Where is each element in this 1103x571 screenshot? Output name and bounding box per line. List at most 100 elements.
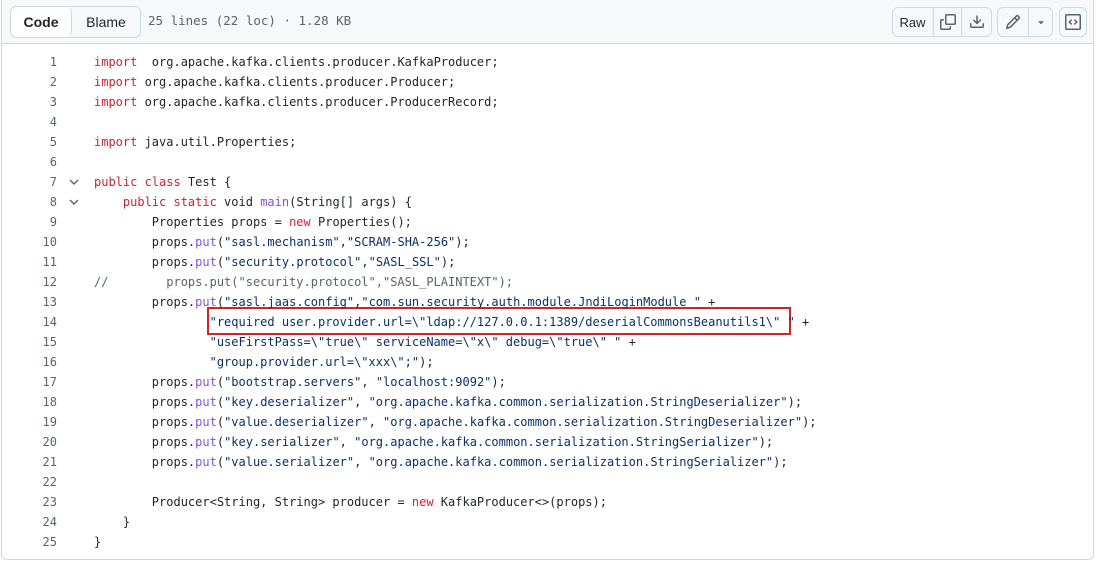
- view-mode-toggle: Code Blame: [10, 6, 141, 38]
- code-tab[interactable]: Code: [11, 7, 72, 37]
- code-token: props.: [94, 455, 196, 469]
- code-text: Producer<String, String> producer = new …: [94, 492, 607, 512]
- line-number[interactable]: 15: [2, 332, 57, 352]
- code-text: props.put("bootstrap.servers", "localhos…: [94, 372, 506, 392]
- code-text: props.put("sasl.mechanism","SCRAM-SHA-25…: [94, 232, 470, 252]
- code-text: "required user.provider.url=\"ldap://127…: [94, 312, 810, 332]
- code-text: props.put("key.deserializer", "org.apach…: [94, 392, 802, 412]
- line-number[interactable]: 21: [2, 452, 57, 472]
- code-text: props.put("security.protocol","SASL_SSL"…: [94, 252, 456, 272]
- code-token: import: [94, 75, 138, 89]
- line-number[interactable]: 25: [2, 532, 57, 552]
- code-text: import org.apache.kafka.clients.producer…: [94, 52, 499, 72]
- pencil-icon: [1005, 14, 1021, 30]
- code-line: 8 public static void main(String[] args)…: [2, 192, 1092, 212]
- line-number[interactable]: 18: [2, 392, 57, 412]
- code-token: put: [195, 455, 217, 469]
- code-token: put: [195, 235, 217, 249]
- code-token: );: [419, 355, 434, 369]
- code-text: props.put("value.serializer", "org.apach…: [94, 452, 788, 472]
- code-token: org.apache.kafka.clients.producer.KafkaP…: [137, 55, 499, 69]
- line-number[interactable]: 24: [2, 512, 57, 532]
- code-token: "key.serializer": [224, 435, 340, 449]
- symbols-panel-button[interactable]: [1059, 7, 1087, 37]
- file-header-toolbar: Code Blame 25 lines (22 loc) · 1.28 KB R…: [1, 0, 1094, 44]
- line-number[interactable]: 20: [2, 432, 57, 452]
- code-line: 1 import org.apache.kafka.clients.produce…: [2, 52, 1092, 72]
- code-token: (: [216, 455, 225, 469]
- chevron-down-icon[interactable]: [68, 177, 80, 187]
- code-token: main: [260, 195, 290, 209]
- code-token: "value.deserializer": [224, 415, 369, 429]
- code-token: (: [216, 415, 225, 429]
- code-token: org.apache.kafka.clients.producer.Produc…: [137, 75, 456, 89]
- code-token: }: [94, 515, 131, 529]
- code-token: put: [195, 395, 217, 409]
- edit-file-button[interactable]: [998, 8, 1029, 36]
- code-token: "org.apache.kafka.common.serialization.S…: [354, 435, 759, 449]
- line-number[interactable]: 13: [2, 292, 57, 312]
- line-number[interactable]: 7: [2, 172, 57, 192]
- code-listing: 1 import org.apache.kafka.clients.produce…: [2, 52, 1092, 552]
- code-text: props.put("value.deserializer", "org.apa…: [94, 412, 817, 432]
- code-token: Test {: [180, 175, 232, 189]
- line-number[interactable]: 14: [2, 312, 57, 332]
- blame-tab[interactable]: Blame: [72, 7, 140, 37]
- code-token: put: [195, 295, 217, 309]
- code-token: Producer<String, String> producer =: [94, 495, 412, 509]
- code-token: put: [195, 375, 217, 389]
- code-token: );: [758, 435, 774, 449]
- code-line: 18 props.put("key.deserializer", "org.ap…: [2, 392, 1092, 412]
- line-number[interactable]: 17: [2, 372, 57, 392]
- code-line: 21 props.put("value.serializer", "org.ap…: [2, 452, 1092, 472]
- code-token: "org.apache.kafka.common.serialization.S…: [368, 455, 774, 469]
- code-token: );: [787, 395, 803, 409]
- code-token: (String[] args) {: [289, 195, 412, 209]
- line-number[interactable]: 12: [2, 272, 57, 292]
- line-number[interactable]: 2: [2, 72, 57, 92]
- code-token: );: [773, 455, 788, 469]
- download-button[interactable]: [962, 8, 992, 36]
- line-number[interactable]: 9: [2, 212, 57, 232]
- code-line: 6: [2, 152, 1092, 172]
- copy-raw-button[interactable]: [934, 8, 962, 36]
- code-token: import: [94, 135, 138, 149]
- raw-button[interactable]: Raw: [892, 8, 934, 36]
- code-token: "sasl.jaas.config": [224, 295, 355, 309]
- code-text: }: [94, 512, 130, 532]
- line-number[interactable]: 11: [2, 252, 57, 272]
- line-number[interactable]: 1: [2, 52, 57, 72]
- code-token: (: [216, 375, 225, 389]
- line-number[interactable]: 16: [2, 352, 57, 372]
- code-token: new: [289, 215, 311, 229]
- triangle-down-icon: [1035, 16, 1047, 28]
- chevron-down-icon[interactable]: [68, 197, 80, 207]
- code-token: "bootstrap.servers": [224, 375, 362, 389]
- code-text: import java.util.Properties;: [94, 132, 296, 152]
- code-token: "org.apache.kafka.common.serialization.S…: [368, 395, 788, 409]
- raw-actions-group: Raw: [892, 7, 992, 37]
- download-icon: [969, 14, 985, 30]
- line-number[interactable]: 23: [2, 492, 57, 512]
- line-number[interactable]: 10: [2, 232, 57, 252]
- code-line: 4: [2, 112, 1092, 132]
- code-line: 10 props.put("sasl.mechanism","SCRAM-SHA…: [2, 232, 1092, 252]
- line-number[interactable]: 3: [2, 92, 57, 112]
- code-token: put: [195, 435, 217, 449]
- code-token: ,: [339, 235, 347, 249]
- code-token: props.: [94, 435, 196, 449]
- line-number[interactable]: 5: [2, 132, 57, 152]
- line-number[interactable]: 8: [2, 192, 57, 212]
- line-number[interactable]: 4: [2, 112, 57, 132]
- code-token: (: [216, 435, 225, 449]
- edit-options-dropdown[interactable]: [1029, 8, 1053, 36]
- code-token: "security.protocol": [224, 255, 362, 269]
- line-number[interactable]: 19: [2, 412, 57, 432]
- code-token: ,: [361, 375, 376, 389]
- code-token: new: [411, 495, 434, 509]
- copy-icon: [939, 14, 956, 30]
- line-number[interactable]: 22: [2, 472, 57, 492]
- code-line: 20 props.put("key.serializer", "org.apac…: [2, 432, 1092, 452]
- code-token: "group.provider.url=\"xxx\";": [209, 355, 420, 369]
- line-number[interactable]: 6: [2, 152, 57, 172]
